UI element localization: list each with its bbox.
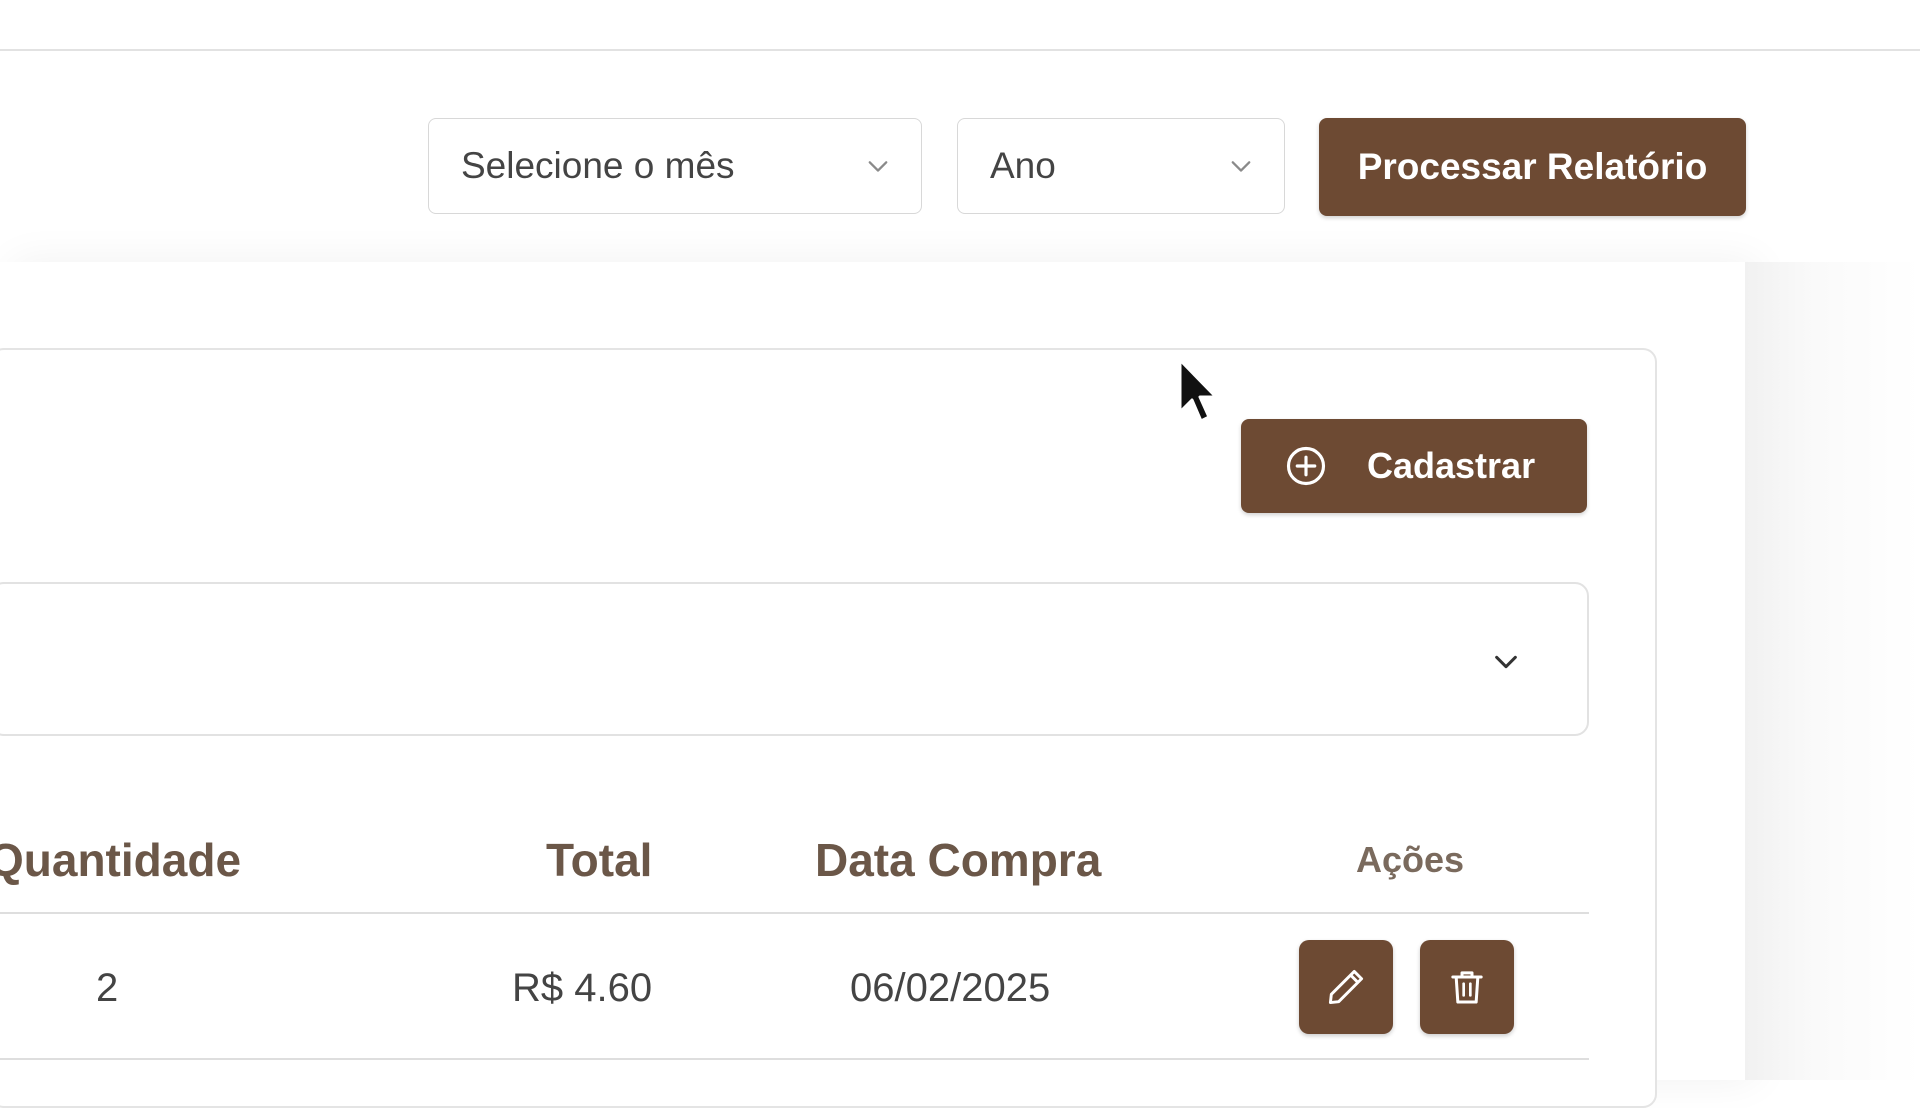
cursor-icon <box>1178 358 1218 423</box>
chevron-down-icon <box>1495 655 1517 669</box>
register-label: Cadastrar <box>1367 445 1536 486</box>
column-header-data-compra: Data Compra <box>815 834 1102 886</box>
delete-button[interactable] <box>1420 940 1514 1034</box>
pencil-icon <box>1328 969 1364 1005</box>
column-header-total: Total <box>546 834 653 886</box>
chevron-down-icon <box>868 161 888 172</box>
row-divider <box>0 1058 1589 1060</box>
cell-total: R$ 4.60 <box>512 966 653 1010</box>
header-divider <box>0 912 1589 914</box>
month-select[interactable]: Selecione o mês <box>428 118 922 214</box>
cell-quantidade: 2 <box>96 966 119 1010</box>
top-bar <box>0 0 1920 51</box>
process-report-label: Processar Relatório <box>1357 146 1708 187</box>
year-select[interactable]: Ano <box>957 118 1285 214</box>
plus-circle-icon <box>1286 446 1326 486</box>
year-select-label: Ano <box>990 145 1056 186</box>
cell-data-compra: 06/02/2025 <box>850 966 1051 1010</box>
month-select-label: Selecione o mês <box>461 145 735 186</box>
filter-collapse[interactable] <box>0 582 1589 736</box>
process-report-button[interactable]: Processar Relatório <box>1319 118 1746 216</box>
column-header-quantidade: Quantidade <box>0 834 242 886</box>
page-gutter <box>1745 262 1920 1080</box>
edit-button[interactable] <box>1299 940 1393 1034</box>
column-header-acoes: Ações <box>1356 839 1465 880</box>
chevron-down-icon <box>1231 161 1251 172</box>
trash-icon <box>1451 971 1483 1004</box>
register-button[interactable]: Cadastrar <box>1241 419 1587 513</box>
